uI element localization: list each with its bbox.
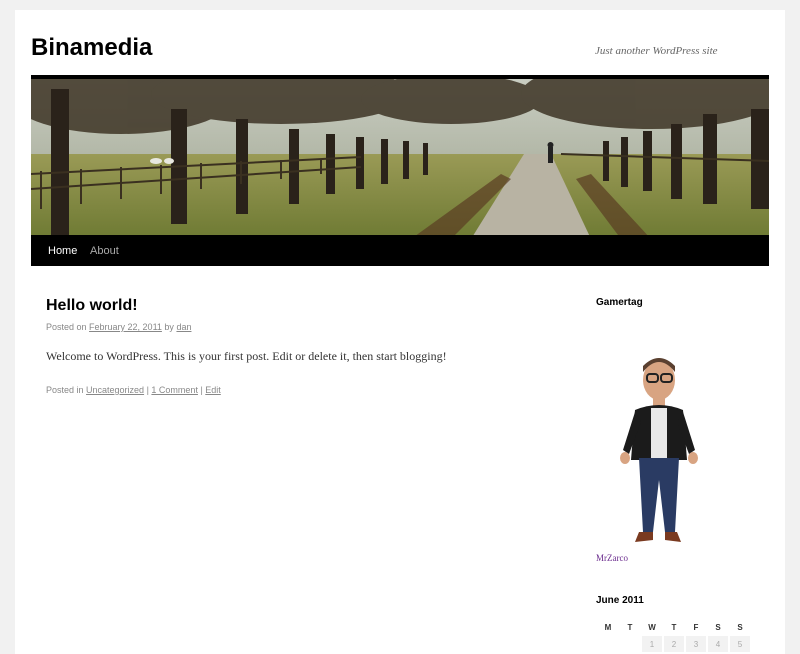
post-meta-prefix: Posted on [46, 322, 90, 332]
post-utility: Posted in Uncategorized | 1 Comment | Ed… [46, 385, 221, 395]
calendar-day: 5 [730, 636, 750, 652]
site-description: Just another WordPress site [595, 45, 718, 57]
nav-item-home[interactable]: Home [48, 245, 77, 257]
post-content: Welcome to WordPress. This is your first… [46, 349, 447, 363]
weekday-header: T [627, 622, 633, 632]
gamertag-widget-title: Gamertag [596, 297, 643, 308]
post-meta: Posted on February 22, 2011 by dan [46, 322, 191, 332]
calendar-day-empty [620, 636, 640, 652]
post-title[interactable]: Hello world! [46, 297, 138, 315]
calendar-day-empty [598, 636, 618, 652]
weekday-header: W [648, 622, 656, 632]
calendar-day: 3 [686, 636, 706, 652]
comments-link[interactable]: 1 Comment [151, 385, 198, 395]
calendar-day: 2 [664, 636, 684, 652]
weekday-header: T [671, 622, 677, 632]
post-author-link[interactable]: dan [176, 322, 191, 332]
main-navigation: Home About [31, 235, 769, 266]
post-meta-by: by [161, 322, 177, 332]
calendar-table: M T W T F S S 1 2 3 4 5 6 7 8 [596, 618, 752, 654]
calendar-caption: June 2011 [596, 595, 644, 606]
calendar-day: 1 [642, 636, 662, 652]
category-link[interactable]: Uncategorized [86, 385, 144, 395]
gamertag-avatar-image[interactable] [613, 350, 699, 550]
header-image [31, 75, 769, 235]
weekday-header: S [737, 622, 743, 632]
posted-in-label: Posted in [46, 385, 87, 395]
gamertag-name-link[interactable]: MrZarco [596, 553, 628, 563]
weekday-header: F [693, 622, 699, 632]
nav-item-about[interactable]: About [90, 245, 119, 257]
page-wrapper: Binamedia Just another WordPress site Ho… [15, 10, 785, 654]
edit-link[interactable]: Edit [205, 385, 221, 395]
weekday-header: S [715, 622, 721, 632]
weekday-header: M [604, 622, 612, 632]
calendar-day: 4 [708, 636, 728, 652]
site-title[interactable]: Binamedia [31, 34, 152, 62]
post-date-link[interactable]: February 22, 2011 [89, 322, 162, 332]
